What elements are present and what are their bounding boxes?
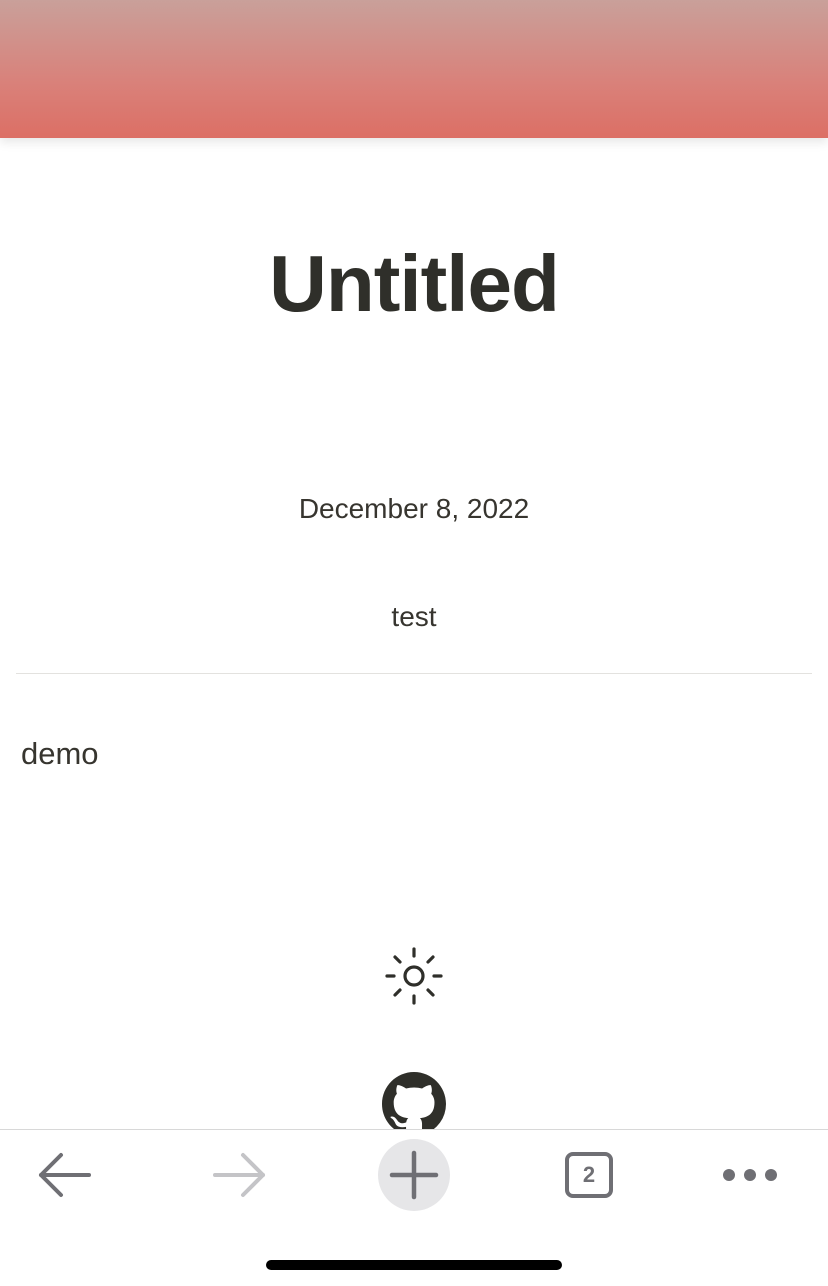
forward-button[interactable]	[194, 1140, 284, 1210]
more-dots-icon	[723, 1169, 777, 1181]
sun-icon	[385, 947, 443, 1005]
page-body-text: demo	[21, 736, 99, 771]
tabs-button[interactable]: 2	[544, 1140, 634, 1210]
github-icon	[382, 1072, 446, 1135]
page-date: December 8, 2022	[298, 493, 530, 524]
tab-count-badge: 2	[565, 1152, 613, 1198]
new-tab-button[interactable]	[378, 1139, 450, 1211]
page-title: Untitled	[269, 239, 560, 328]
page: Untitled December 8, 2022 test demo 2	[0, 0, 828, 1286]
page-tag: test	[391, 601, 437, 632]
tab-count: 2	[582, 1162, 596, 1187]
forward-arrow-icon	[213, 1153, 265, 1197]
back-button[interactable]	[20, 1140, 110, 1210]
more-button[interactable]	[705, 1140, 795, 1210]
cover-image	[0, 0, 828, 138]
plus-icon	[389, 1150, 439, 1200]
divider	[16, 673, 812, 674]
home-indicator	[266, 1260, 562, 1270]
github-link[interactable]	[382, 1072, 446, 1136]
theme-toggle-button[interactable]	[384, 946, 444, 1006]
back-arrow-icon	[39, 1153, 91, 1197]
